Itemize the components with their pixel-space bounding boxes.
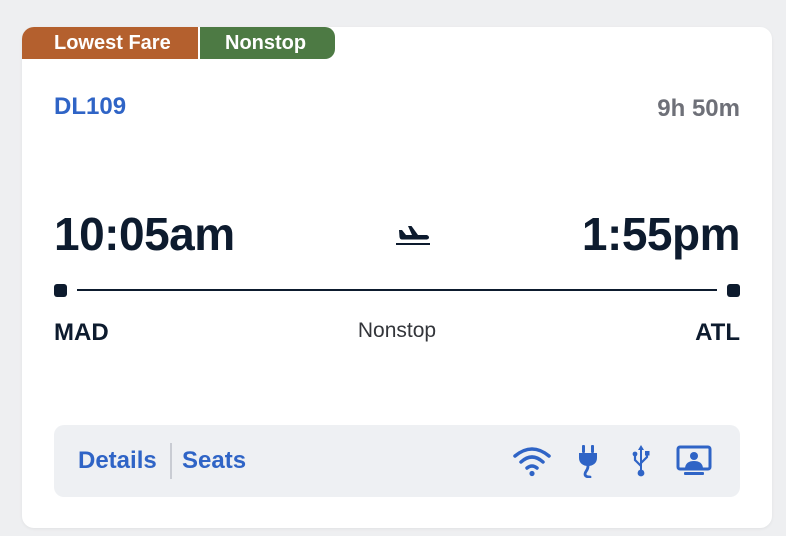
flight-number: DL109 [54, 93, 127, 120]
power-outlet-icon [576, 443, 600, 479]
badge-row: Lowest Fare Nonstop [22, 27, 335, 59]
destination-marker [727, 284, 740, 297]
usb-icon [630, 443, 652, 479]
departure-time: 10:05am [54, 208, 235, 260]
wifi-icon [512, 443, 552, 479]
stops-label: Nonstop [357, 319, 437, 342]
arrival-time: 1:55pm [581, 208, 741, 260]
lowest-fare-badge: Lowest Fare [22, 27, 198, 59]
personal-screen-icon [676, 443, 712, 479]
details-link[interactable]: Details [78, 447, 157, 475]
flight-duration: 9h 50m [657, 95, 740, 122]
card-footer: Details Seats [54, 425, 740, 497]
link-divider [170, 443, 172, 479]
airplane-icon [396, 223, 430, 247]
nonstop-badge: Nonstop [200, 27, 335, 59]
seats-link[interactable]: Seats [182, 447, 246, 475]
flight-card: Lowest Fare Nonstop DL109 9h 50m 10:05am… [22, 27, 772, 528]
route-line [77, 289, 717, 291]
origin-marker [54, 284, 67, 297]
destination-airport: ATL [695, 319, 740, 346]
